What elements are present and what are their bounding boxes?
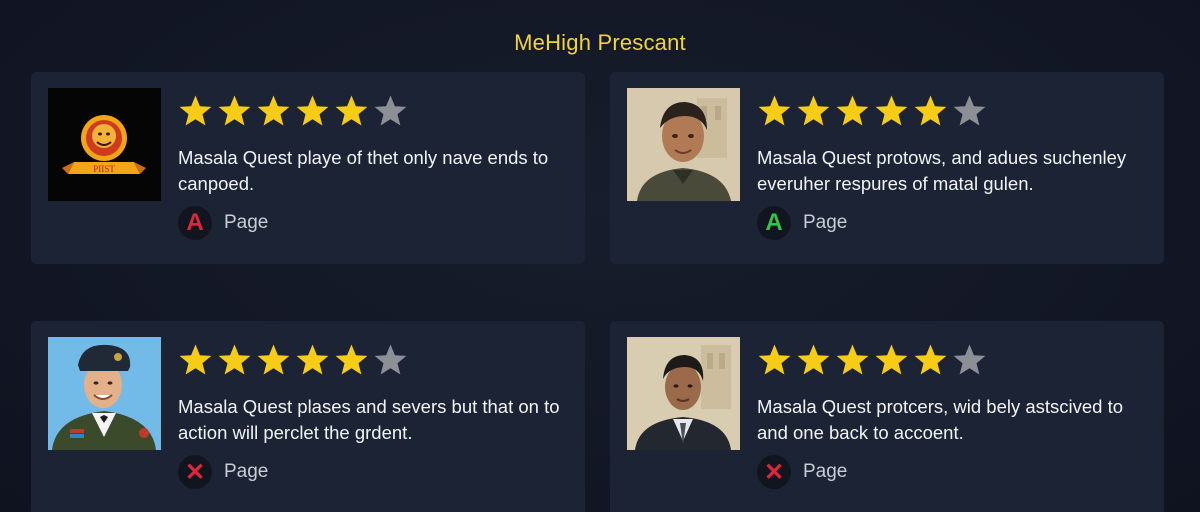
- star-filled-icon: [914, 95, 947, 126]
- star-filled-icon: [875, 344, 908, 375]
- star-filled-icon: [179, 344, 212, 375]
- star-filled-icon: [257, 344, 290, 375]
- star-filled-icon: [797, 344, 830, 375]
- review-text: Masala Quest playe of thet only nave end…: [178, 147, 549, 194]
- star-filled-icon: [335, 344, 368, 375]
- star-filled-icon: [218, 95, 251, 126]
- x-icon: ✕: [178, 455, 212, 489]
- star-filled-icon: [335, 95, 368, 126]
- star-filled-icon: [296, 344, 329, 375]
- source-label: Page: [224, 212, 269, 233]
- letter-a-icon: A: [757, 206, 791, 240]
- star-filled-icon: [914, 344, 947, 375]
- officer-portrait-photo: [48, 337, 161, 450]
- source-label: Page: [224, 461, 269, 482]
- review-card: Masala Quest plases and severs but that …: [31, 321, 585, 512]
- review-text: Masala Quest protows, and adues suchenle…: [757, 147, 1127, 194]
- star-empty-icon: [953, 344, 986, 375]
- review-card: Masala Quest protows, and adues suchenle…: [610, 72, 1164, 264]
- source-label: Page: [803, 461, 848, 482]
- review-text: Masala Quest plases and severs but that …: [178, 396, 560, 443]
- star-filled-icon: [179, 95, 212, 126]
- man-portrait-photo: [627, 88, 740, 201]
- star-filled-icon: [758, 95, 791, 126]
- star-rating: [757, 343, 987, 378]
- star-filled-icon: [875, 95, 908, 126]
- letter-a-icon: A: [178, 206, 212, 240]
- source-link[interactable]: ✕ Page: [178, 455, 268, 489]
- svg-text:PIIST: PIIST: [93, 164, 115, 174]
- star-filled-icon: [257, 95, 290, 126]
- page: MeHigh Prescant PIIST Masala Quest playe…: [0, 0, 1200, 512]
- crest-logo-image: PIIST: [48, 88, 161, 201]
- review-card: PIIST Masala Quest playe of thet only na…: [31, 72, 585, 264]
- review-text: Masala Quest protcers, wid bely astscive…: [757, 396, 1124, 443]
- page-title: MeHigh Prescant: [514, 30, 686, 55]
- review-card: Masala Quest protcers, wid bely astscive…: [610, 321, 1164, 512]
- star-filled-icon: [758, 344, 791, 375]
- star-filled-icon: [218, 344, 251, 375]
- star-rating: [178, 343, 408, 378]
- star-empty-icon: [953, 95, 986, 126]
- star-empty-icon: [374, 344, 407, 375]
- star-rating: [178, 94, 408, 129]
- star-filled-icon: [296, 95, 329, 126]
- source-link[interactable]: ✕ Page: [757, 455, 847, 489]
- x-icon: ✕: [757, 455, 791, 489]
- source-label: Page: [803, 212, 848, 233]
- source-link[interactable]: A Page: [178, 206, 268, 240]
- source-link[interactable]: A Page: [757, 206, 847, 240]
- man-suit-portrait-photo: [627, 337, 740, 450]
- star-filled-icon: [836, 344, 869, 375]
- star-rating: [757, 94, 987, 129]
- star-filled-icon: [836, 95, 869, 126]
- star-empty-icon: [374, 95, 407, 126]
- star-filled-icon: [797, 95, 830, 126]
